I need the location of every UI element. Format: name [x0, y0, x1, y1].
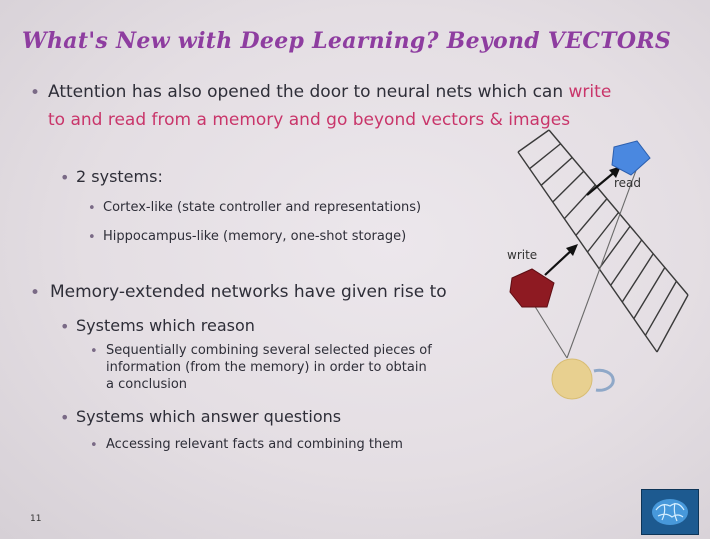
tape-cells	[517, 129, 689, 353]
brain-icon-graphic	[652, 499, 688, 525]
tape-cell-divider	[633, 267, 666, 320]
brain-icon	[641, 489, 699, 535]
controller-links	[525, 164, 639, 359]
tape-cell-divider	[644, 280, 678, 336]
tape-cell-divider	[517, 129, 550, 153]
read-label: read	[614, 176, 642, 190]
memory-tape	[517, 129, 689, 353]
write-label: write	[507, 248, 538, 262]
tape-cell-divider	[552, 170, 585, 203]
arrows	[544, 166, 621, 276]
write-head-icon	[509, 268, 555, 308]
controller-icon	[551, 358, 593, 400]
tape-cell-divider	[598, 225, 631, 270]
memory-diagram	[509, 129, 689, 400]
slide-number: 11	[30, 514, 42, 524]
slide: What's New with Deep Learning? Beyond VE…	[0, 0, 710, 539]
tape-cell-divider	[656, 294, 689, 353]
tape-cell-divider	[529, 143, 562, 170]
tape-cell-divider	[575, 198, 608, 236]
tape-cell-divider	[586, 212, 620, 253]
tape-cell-divider	[563, 184, 596, 220]
tape-cell-divider	[540, 156, 573, 186]
recurrence-loop-icon	[593, 368, 615, 392]
